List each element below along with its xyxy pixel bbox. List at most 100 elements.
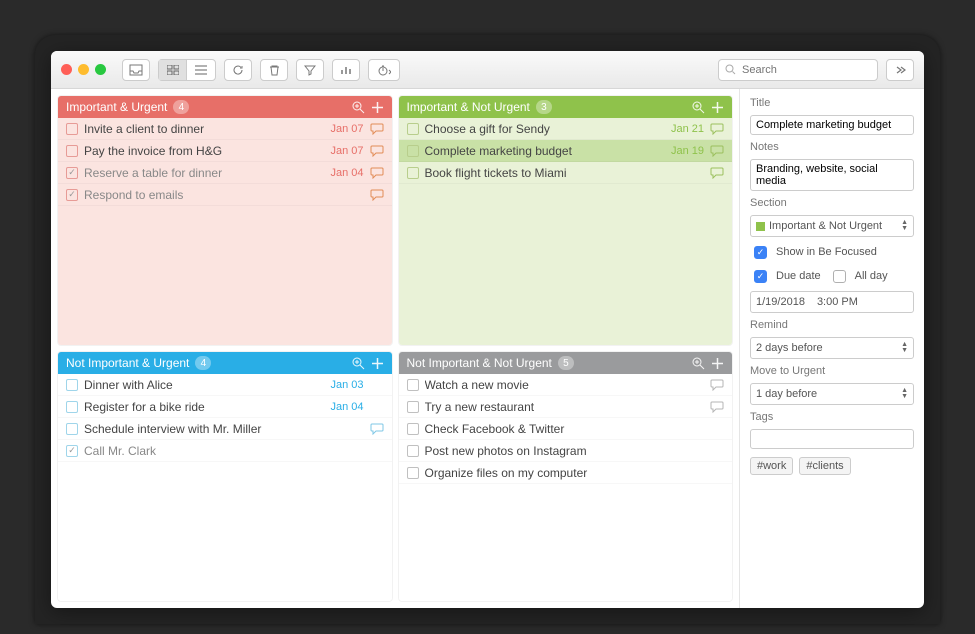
notes-textarea[interactable]: Branding, website, social media [750, 159, 914, 191]
task-checkbox[interactable] [66, 379, 78, 391]
task-row[interactable]: Watch a new movie [399, 374, 733, 396]
due-time-value: 3:00 PM [817, 296, 858, 308]
add-task-icon[interactable] [371, 357, 384, 370]
task-row[interactable]: Post new photos on Instagram [399, 440, 733, 462]
task-checkbox[interactable] [66, 189, 78, 201]
comment-icon[interactable] [710, 423, 724, 435]
tag-chip[interactable]: #clients [799, 457, 850, 475]
task-checkbox[interactable] [407, 467, 419, 479]
task-title: Call Mr. Clark [84, 444, 364, 458]
task-title: Organize files on my computer [425, 466, 705, 480]
trash-button[interactable] [260, 59, 288, 81]
task-checkbox[interactable] [407, 423, 419, 435]
task-row[interactable]: Try a new restaurant [399, 396, 733, 418]
task-row[interactable]: Dinner with AliceJan 03 [58, 374, 392, 396]
comment-icon[interactable] [370, 189, 384, 201]
comment-icon[interactable] [710, 123, 724, 135]
task-date: Jan 21 [671, 123, 704, 135]
refresh-button[interactable] [224, 59, 252, 81]
task-checkbox[interactable] [66, 145, 78, 157]
move-value: 1 day before [756, 388, 817, 400]
task-checkbox[interactable] [407, 401, 419, 413]
task-row[interactable]: Choose a gift for SendyJan 21 [399, 118, 733, 140]
quadrant-important_not_urgent: Important & Not Urgent 3 Choose a gift f… [398, 95, 734, 346]
tags-list: #work #clients [750, 457, 914, 475]
task-row[interactable]: Organize files on my computer [399, 462, 733, 484]
comment-icon[interactable] [370, 167, 384, 179]
timer-button[interactable] [368, 59, 400, 81]
zoom-icon[interactable] [692, 357, 705, 370]
comment-icon[interactable] [710, 145, 724, 157]
show-befocused-label: Show in Be Focused [776, 246, 877, 258]
comment-icon[interactable] [370, 145, 384, 157]
task-title: Post new photos on Instagram [425, 444, 705, 458]
task-date: Jan 07 [330, 145, 363, 157]
add-task-icon[interactable] [711, 357, 724, 370]
comment-icon[interactable] [370, 123, 384, 135]
eisenhower-matrix: Important & Urgent 4 Invite a client to … [51, 89, 739, 608]
task-row[interactable]: Register for a bike rideJan 04 [58, 396, 392, 418]
zoom-icon[interactable] [352, 101, 365, 114]
due-date-field[interactable]: 1/19/2018 3:00 PM [750, 291, 914, 313]
task-checkbox[interactable] [66, 423, 78, 435]
task-title: Pay the invoice from H&G [84, 144, 324, 158]
task-checkbox[interactable] [66, 123, 78, 135]
task-row[interactable]: Schedule interview with Mr. Miller [58, 418, 392, 440]
task-checkbox[interactable] [66, 167, 78, 179]
maximize-window-button[interactable] [95, 64, 106, 75]
move-select[interactable]: 1 day before ▲▼ [750, 383, 914, 405]
task-title: Watch a new movie [425, 378, 705, 392]
comment-icon[interactable] [370, 379, 384, 391]
duedate-checkbox[interactable] [754, 270, 767, 283]
comment-icon[interactable] [370, 401, 384, 413]
zoom-icon[interactable] [692, 101, 705, 114]
task-checkbox[interactable] [407, 445, 419, 457]
due-date-value: 1/19/2018 [756, 296, 805, 308]
stats-button[interactable] [332, 59, 360, 81]
toggle-sidebar-button[interactable] [886, 59, 914, 81]
comment-icon[interactable] [370, 423, 384, 435]
comment-icon[interactable] [710, 167, 724, 179]
task-row[interactable]: Check Facebook & Twitter [399, 418, 733, 440]
comment-icon[interactable] [710, 445, 724, 457]
task-checkbox[interactable] [66, 445, 78, 457]
close-window-button[interactable] [61, 64, 72, 75]
task-row[interactable]: Book flight tickets to Miami [399, 162, 733, 184]
task-checkbox[interactable] [407, 123, 419, 135]
remind-select[interactable]: 2 days before ▲▼ [750, 337, 914, 359]
quadrant-count: 5 [558, 356, 574, 370]
task-row[interactable]: Reserve a table for dinnerJan 04 [58, 162, 392, 184]
title-input[interactable] [750, 115, 914, 135]
task-row[interactable]: Complete marketing budgetJan 19 [399, 140, 733, 162]
tags-input[interactable] [750, 429, 914, 449]
task-row[interactable]: Pay the invoice from H&G Jan 07 [58, 140, 392, 162]
quadrant-count: 3 [536, 100, 552, 114]
task-row[interactable]: Respond to emails [58, 184, 392, 206]
quadrant-not_important_urgent: Not Important & Urgent 4 Dinner with Ali… [57, 351, 393, 602]
task-row[interactable]: Invite a client to dinnerJan 07 [58, 118, 392, 140]
add-task-icon[interactable] [711, 101, 724, 114]
tag-chip[interactable]: #work [750, 457, 793, 475]
task-checkbox[interactable] [407, 145, 419, 157]
inbox-button[interactable] [122, 59, 150, 81]
allday-checkbox[interactable] [833, 270, 846, 283]
list-view-button[interactable] [187, 60, 215, 80]
zoom-icon[interactable] [352, 357, 365, 370]
add-task-icon[interactable] [371, 101, 384, 114]
search-input[interactable] [740, 63, 886, 77]
comment-icon[interactable] [710, 379, 724, 391]
comment-icon[interactable] [370, 445, 384, 457]
grid-view-button[interactable] [159, 60, 187, 80]
task-checkbox[interactable] [407, 167, 419, 179]
section-color-dot [756, 222, 765, 231]
minimize-window-button[interactable] [78, 64, 89, 75]
task-checkbox[interactable] [66, 401, 78, 413]
section-select[interactable]: Important & Not Urgent ▲▼ [750, 215, 914, 237]
task-row[interactable]: Call Mr. Clark [58, 440, 392, 462]
comment-icon[interactable] [710, 467, 724, 479]
task-date: Jan 04 [330, 167, 363, 179]
task-checkbox[interactable] [407, 379, 419, 391]
filter-button[interactable] [296, 59, 324, 81]
comment-icon[interactable] [710, 401, 724, 413]
show-befocused-checkbox[interactable] [754, 246, 767, 259]
